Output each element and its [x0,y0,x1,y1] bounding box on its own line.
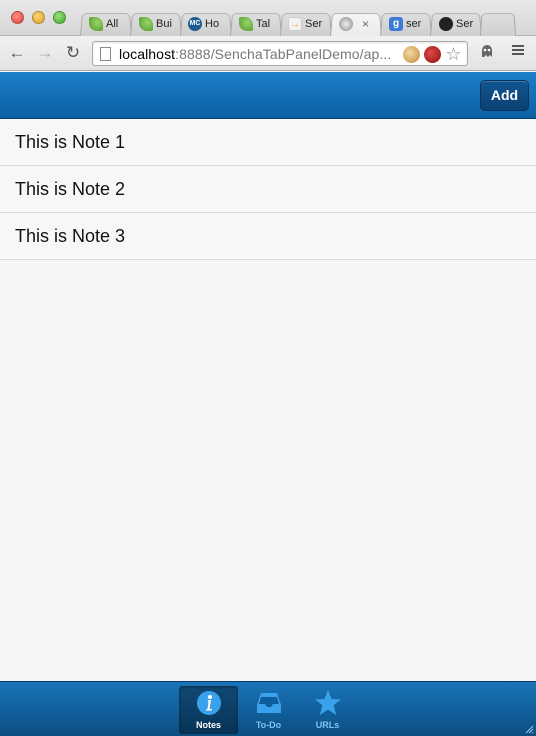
browser-tab-label: All [106,18,119,30]
url-host: localhost [119,46,176,62]
info-icon [196,691,221,715]
browser-toolbar: ← → ↻ localhost:8888/SenchaTabPanelDemo/… [0,36,536,71]
list-empty-area [0,261,536,681]
add-button[interactable]: Add [480,80,529,111]
browser-tab-content: MC Ho [188,16,219,32]
browser-tab-label: Tal [256,18,271,30]
new-tab-button[interactable] [480,13,516,37]
leaf-icon [139,17,153,31]
browser-tab-label: ser [406,18,422,30]
github-icon [439,17,453,31]
back-icon[interactable]: ← [7,43,27,63]
tab-label: URLs [315,720,340,730]
close-window-button[interactable] [11,11,24,24]
star-icon [314,690,341,715]
resize-grip-icon[interactable] [524,724,534,734]
browser-tab-content: → Ser [288,16,322,32]
google-icon: g [389,17,403,31]
tab-label: To-Do [255,720,282,730]
browser-tab-label: Ser [456,18,474,30]
browser-tab-label: Ho [205,18,220,30]
app-header-toolbar: Add [0,72,536,119]
browser-tab-content: Bui [139,16,172,32]
forward-icon[interactable]: → [35,43,55,63]
bookmark-star-icon[interactable]: ☆ [445,45,462,63]
tab-close-icon[interactable]: × [362,17,369,31]
bottom-tab-bar: Notes To-Do URLs [0,681,536,736]
browser-titlebar: All Bui MC Ho Tal → Ser × g ser Ser [0,0,536,37]
url-path: :8888/SenchaTabPanelDemo/ap... [175,46,392,62]
browser-tab-content: Ser [439,16,473,32]
leaf-icon [89,17,103,31]
browser-tab-content: × [339,16,369,32]
list-item[interactable]: This is Note 1 [0,119,536,166]
arrow-icon: → [288,17,302,31]
browser-tab-label: Bui [156,18,172,30]
inbox-icon [256,693,281,713]
mc-icon: MC [188,17,202,31]
extension-icon[interactable] [424,46,441,63]
address-bar[interactable]: localhost:8888/SenchaTabPanelDemo/ap... … [92,41,468,66]
tab-urls[interactable]: URLs [298,686,357,734]
reload-icon[interactable]: ↻ [63,43,83,63]
minimize-window-button[interactable] [32,11,45,24]
list-item[interactable]: This is Note 3 [0,213,536,260]
cookie-extension-icon[interactable] [403,46,420,63]
globe-icon [339,17,353,31]
leaf-icon [239,17,253,31]
tab-to-do[interactable]: To-Do [239,686,298,734]
extension-ghost-icon[interactable] [477,43,497,63]
page-icon [100,47,111,61]
browser-tab-label: Ser [305,18,323,30]
tab-label: Notes [195,720,221,730]
menu-icon[interactable] [508,43,528,63]
url-text[interactable]: localhost:8888/SenchaTabPanelDemo/ap... [119,46,391,62]
browser-tab-content: All [89,16,118,32]
list-item[interactable]: This is Note 2 [0,166,536,213]
browser-tab-content: Tal [239,16,270,32]
tab-notes[interactable]: Notes [179,686,238,734]
zoom-window-button[interactable] [53,11,66,24]
notes-list: This is Note 1 This is Note 2 This is No… [0,119,536,260]
browser-tab-content: g ser [389,16,421,32]
